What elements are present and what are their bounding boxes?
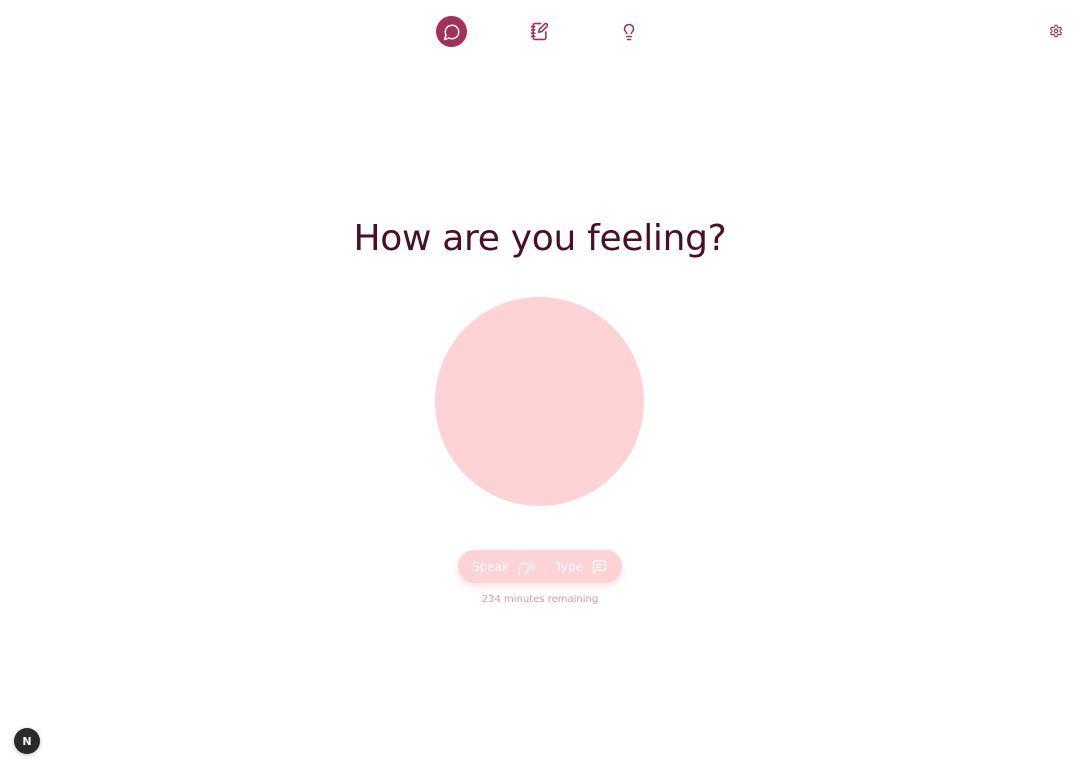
speak-label: Speak: [472, 559, 509, 574]
type-label: Type: [555, 559, 583, 574]
settings-button[interactable]: [1047, 22, 1065, 40]
speaking-head-icon: [518, 561, 535, 574]
voice-orb: [435, 297, 644, 506]
page-title: How are you feeling?: [353, 218, 727, 259]
top-nav: [0, 16, 1080, 47]
dev-badge-label: N: [22, 734, 32, 748]
lightbulb-icon: [623, 23, 634, 40]
speak-button[interactable]: Speak: [472, 559, 535, 575]
dev-tools-badge[interactable]: N: [14, 728, 40, 754]
type-button[interactable]: Type: [555, 559, 608, 575]
message-text-icon: [592, 559, 607, 574]
input-mode-toggle: Speak Type: [458, 550, 622, 583]
nav-chat-button[interactable]: [436, 16, 467, 47]
minutes-remaining: 234 minutes remaining: [481, 594, 599, 605]
nav-insights-button[interactable]: [613, 16, 644, 47]
chat-bubble-icon: [443, 24, 459, 40]
journal-edit-icon: [530, 22, 549, 41]
gear-icon: [1050, 24, 1062, 38]
nav-journal-button[interactable]: [524, 16, 555, 47]
app-page: How are you feeling? Speak Type 234 minu…: [0, 0, 1080, 768]
